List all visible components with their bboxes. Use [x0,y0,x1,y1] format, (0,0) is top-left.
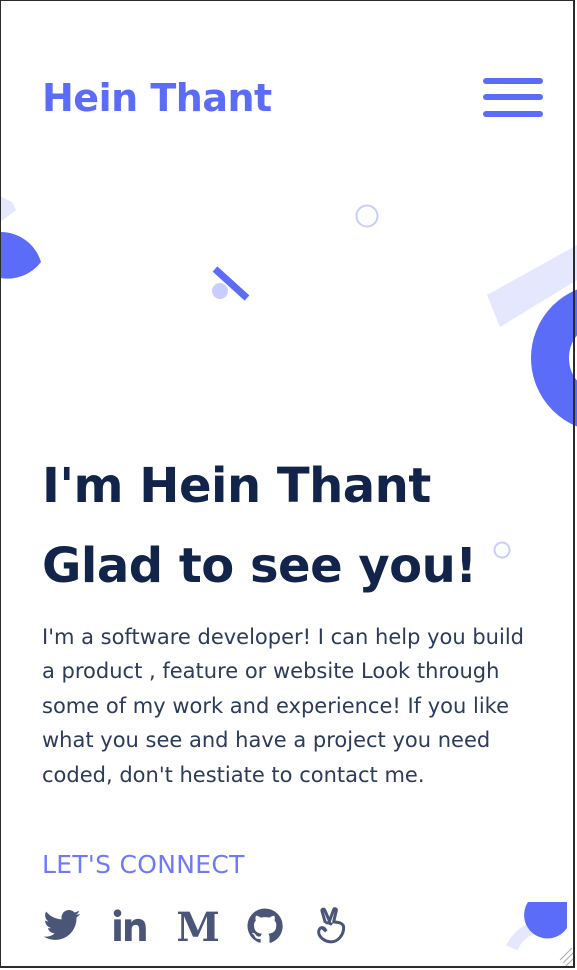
deco-ring-top [355,204,379,228]
hero-heading: I'm Hein Thant Glad to see you! [42,446,477,606]
hero-heading-line1: I'm Hein Thant [42,458,431,514]
svg-text:M: M [178,906,218,946]
deco-light-bar-right [487,245,577,327]
deco-bottom-ring [506,920,563,951]
deco-light-bar-left [0,196,16,222]
deco-ring-mid [493,541,511,559]
hero-intro: I'm a software developer! I can help you… [42,625,524,787]
connect-label: LET'S CONNECT [42,850,245,879]
deco-big-ring [531,289,577,427]
hero-heading-line2: Glad to see you! [42,538,477,594]
linkedin-icon[interactable] [110,906,150,946]
deco-slash [212,266,250,301]
twitter-icon[interactable] [42,906,82,946]
deco-half-circle-left [0,231,41,262]
deco-bottom-half-circle [524,902,567,939]
medium-icon[interactable]: M [178,906,218,946]
hamburger-menu-icon[interactable] [483,78,543,118]
site-logo[interactable]: Hein Thant [42,76,272,120]
deco-dot [212,283,228,299]
angellist-icon[interactable] [312,906,352,946]
github-icon[interactable] [245,906,285,946]
